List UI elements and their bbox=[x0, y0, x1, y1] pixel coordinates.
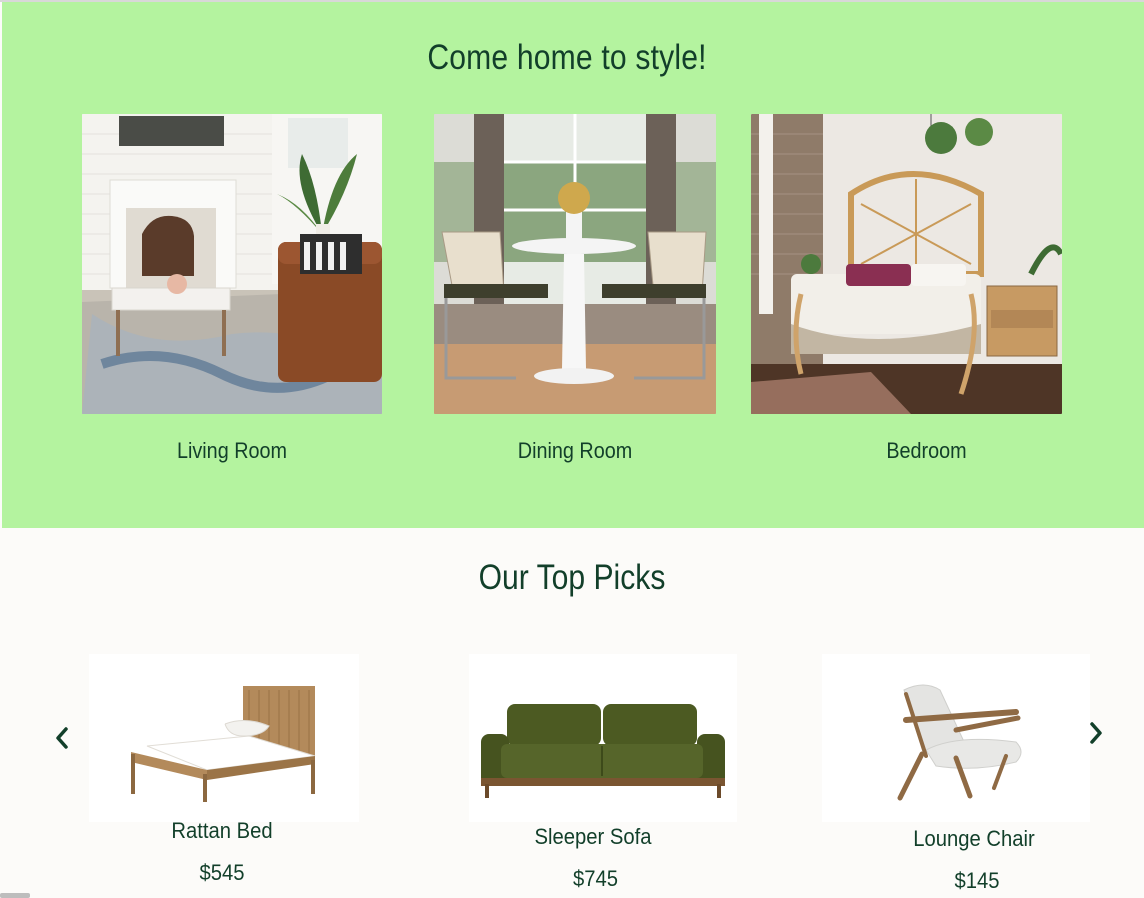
room-label-living[interactable]: Living Room bbox=[97, 438, 367, 464]
bedroom-illustration bbox=[751, 114, 1062, 414]
chevron-left-icon bbox=[56, 727, 68, 749]
product-card-rattan-bed[interactable] bbox=[89, 654, 359, 822]
product-card-sleeper-sofa[interactable] bbox=[469, 654, 737, 822]
sleeper-sofa-image bbox=[481, 704, 725, 798]
dining-room-illustration bbox=[434, 114, 716, 414]
living-room-illustration bbox=[82, 114, 382, 414]
product-card-lounge-chair[interactable] bbox=[822, 654, 1090, 822]
room-label-dining[interactable]: Dining Room bbox=[448, 438, 702, 464]
product-name[interactable]: Lounge Chair bbox=[853, 826, 1096, 852]
horizontal-scrollbar[interactable] bbox=[0, 893, 30, 898]
carousel-prev-button[interactable] bbox=[49, 725, 75, 751]
room-label-bedroom[interactable]: Bedroom bbox=[769, 438, 1085, 464]
top-picks-title: Our Top Picks bbox=[478, 558, 666, 597]
rattan-bed-image bbox=[131, 686, 316, 802]
top-picks-section: Our Top Picks Rattan Bed $545 Sleeper So… bbox=[0, 528, 1144, 898]
living-room-image[interactable] bbox=[82, 114, 382, 414]
bedroom-image[interactable] bbox=[751, 114, 1062, 414]
lounge-chair-image bbox=[897, 684, 1022, 801]
product-price: $745 bbox=[572, 866, 619, 891]
hero-title: Come home to style! bbox=[427, 38, 707, 77]
chevron-right-icon bbox=[1090, 722, 1102, 744]
product-price: $145 bbox=[954, 868, 1000, 893]
product-price: $545 bbox=[199, 860, 245, 885]
hero-section: Come home to style! Living Room Dining R… bbox=[2, 2, 1144, 528]
dining-room-image[interactable] bbox=[434, 114, 716, 414]
product-name[interactable]: Rattan Bed bbox=[100, 818, 345, 844]
product-name[interactable]: Sleeper Sofa bbox=[479, 824, 707, 850]
